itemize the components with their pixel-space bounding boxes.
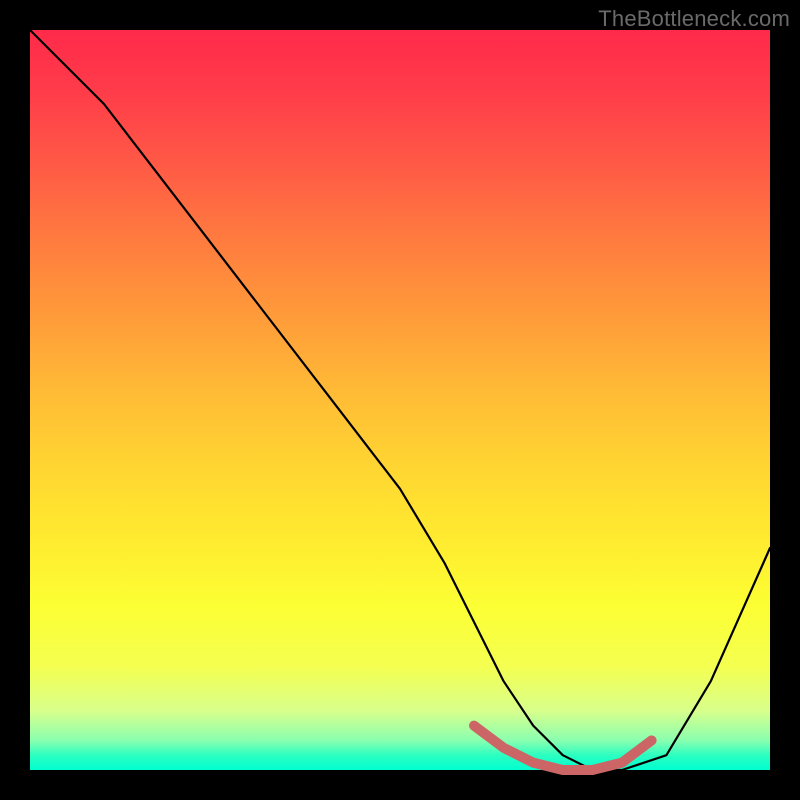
chart-frame: TheBottleneck.com <box>0 0 800 800</box>
optimal-band-path <box>474 726 652 770</box>
curve-svg <box>30 30 770 770</box>
bottleneck-curve-path <box>30 30 770 770</box>
plot-area <box>30 30 770 770</box>
watermark-text: TheBottleneck.com <box>598 6 790 32</box>
